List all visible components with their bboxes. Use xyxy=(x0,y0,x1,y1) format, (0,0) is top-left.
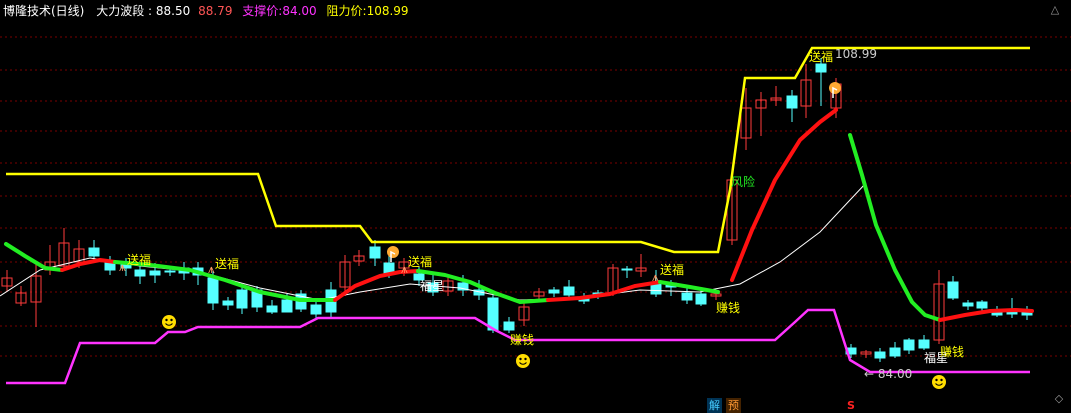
candle-body xyxy=(786,95,798,109)
zhuanqian-label: 赚钱 xyxy=(716,300,740,315)
candle-body xyxy=(621,268,633,271)
songfu-label: 送福 xyxy=(408,254,432,269)
candlesticks xyxy=(1,58,1033,362)
candle-body xyxy=(563,286,575,296)
yu-badge[interactable]: 预 xyxy=(726,398,741,413)
candle-body xyxy=(681,292,693,301)
candle-body xyxy=(266,305,278,313)
fork-marker-icon: ⩚ xyxy=(119,260,126,274)
smiley-icon xyxy=(940,378,943,382)
trend-segment xyxy=(4,242,64,272)
candle-body xyxy=(207,277,219,304)
fengxian-label: 风险 xyxy=(731,174,755,189)
songfu-label: 送福 xyxy=(660,262,684,277)
candle-body xyxy=(164,270,176,273)
s-signal-badge: S xyxy=(847,399,855,412)
songfu-label: 送福 xyxy=(127,252,151,267)
candle-body xyxy=(947,281,959,299)
jie-badge[interactable]: 解 xyxy=(707,398,722,413)
smiley-icon xyxy=(165,318,168,322)
candle-body xyxy=(222,300,234,306)
smiley-icon xyxy=(516,354,530,368)
fork-marker-icon: ⩚ xyxy=(401,262,408,276)
candle-body xyxy=(487,297,499,331)
signal-labels: 送福 送福 送福送福送福福星福星赚钱赚钱赚钱风险108.99← 84.00⩚ ⩚ ⩚⩚ xyxy=(119,47,964,389)
smiley-icon xyxy=(935,378,938,382)
trend-segment xyxy=(730,108,838,282)
candle-body xyxy=(918,339,930,349)
price-grid xyxy=(0,36,1071,357)
smiley-icon xyxy=(162,315,176,329)
candle-body xyxy=(369,246,381,259)
candle-body xyxy=(962,302,974,307)
candle-body xyxy=(548,289,560,294)
smiley-icon xyxy=(524,357,527,361)
signal-marker-icon xyxy=(829,82,841,94)
candle-body xyxy=(695,293,707,305)
price-chart[interactable]: 送福 送福 送福送福送福福星福星赚钱赚钱赚钱风险108.99← 84.00⩚ ⩚ ⩚⩚ xyxy=(0,0,1071,413)
signal-marker-icon xyxy=(387,246,399,258)
trend-segment xyxy=(938,308,1034,322)
candle-body xyxy=(310,304,322,315)
candle-body xyxy=(149,270,161,276)
candle-body xyxy=(815,63,827,73)
candle-body xyxy=(976,301,988,309)
songfu-label: 送福 xyxy=(809,49,833,64)
trend-band xyxy=(4,108,1034,322)
fuxing-label: 福星 xyxy=(420,278,444,293)
zhuanqian-label: 赚钱 xyxy=(510,332,534,347)
fork-marker-icon: ⩚ xyxy=(208,262,215,276)
zhuanqian-label: 赚钱 xyxy=(940,344,964,359)
smiley-icon xyxy=(170,318,173,322)
candle-body xyxy=(874,351,886,359)
candle-body xyxy=(134,269,146,277)
smiley-icon xyxy=(932,375,946,389)
low-price-label: ← 84.00 xyxy=(864,367,912,381)
fork-marker-icon: ⩚ xyxy=(652,270,659,284)
candle-body xyxy=(236,289,248,309)
high-price-label: 108.99 xyxy=(835,47,877,61)
candle-body xyxy=(88,247,100,257)
candle-body xyxy=(903,339,915,351)
candle-body xyxy=(281,299,293,313)
songfu-label: 送福 xyxy=(215,256,239,271)
candle-body xyxy=(889,347,901,357)
smiley-icon xyxy=(519,357,522,361)
candle-body xyxy=(503,321,515,331)
